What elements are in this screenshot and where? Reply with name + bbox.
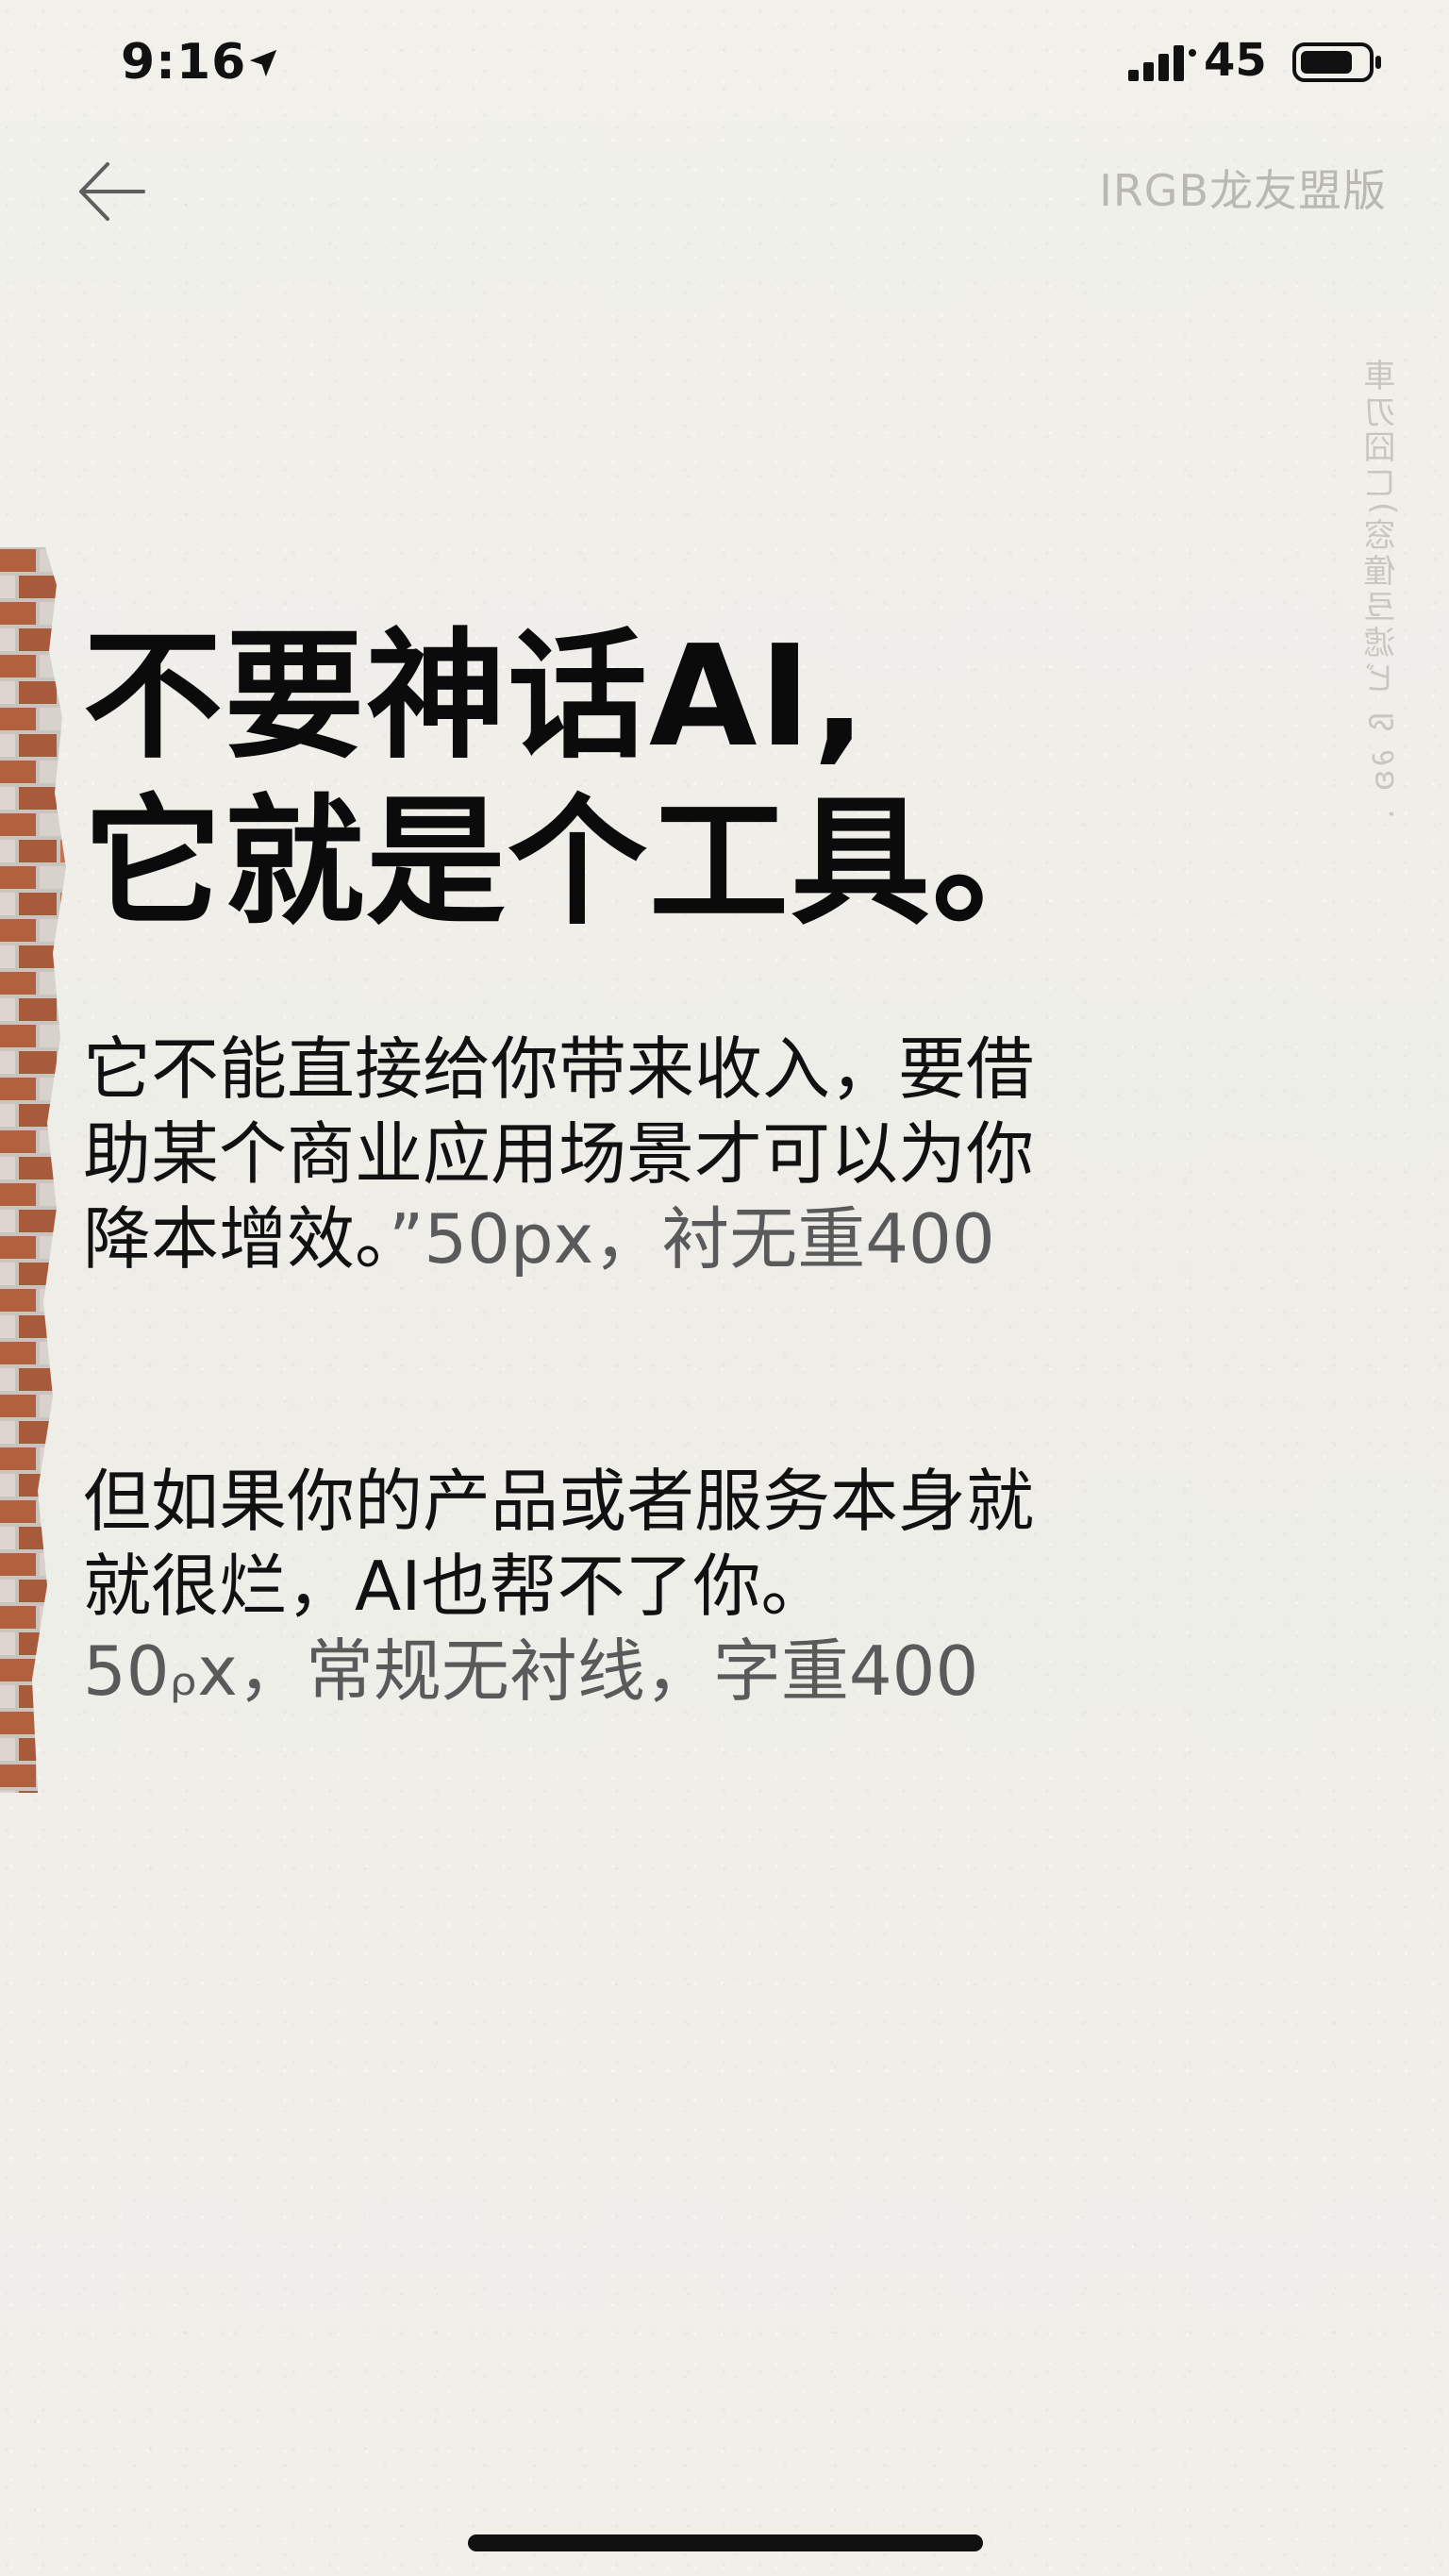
paragraph-1: 它不能直接给你带来收入，要借 助某个商业应用场景才可以为你 降本增效。”50px… bbox=[83, 1027, 1328, 1281]
network-label: 45 bbox=[1204, 34, 1267, 87]
watermark-label: IRGB龙友盟版 bbox=[1099, 165, 1387, 216]
paragraph-1-annotation: ”50px，衬无重400 bbox=[389, 1199, 995, 1279]
headline-line-2: 它就是个工具。 bbox=[83, 781, 1074, 944]
headline-line-1: 不要神话AI, bbox=[83, 615, 868, 778]
paper-background bbox=[0, 0, 1449, 2576]
paragraph-2-annotation: 50ᵨx，常规无衬线，字重400 bbox=[83, 1631, 979, 1711]
back-arrow-icon[interactable] bbox=[74, 159, 149, 225]
headline: 不要神话AI, 它就是个工具。 bbox=[83, 613, 1309, 945]
paragraph-2-text: 但如果你的产品或者服务本身就 就很烂，AI也帮不了你。 bbox=[83, 1462, 1035, 1626]
vertical-watermark: 車刃囧ㄈ(窓僮弖滤ビ ß ∂ʚ . bbox=[1364, 359, 1402, 824]
brick-wall-decoration bbox=[0, 547, 66, 1793]
battery-icon bbox=[1292, 42, 1381, 82]
status-time: 9:16 bbox=[121, 34, 247, 91]
location-arrow-icon bbox=[249, 49, 277, 77]
status-bar: 9:16 45 bbox=[0, 0, 1449, 132]
cellular-signal-icon bbox=[1128, 45, 1196, 81]
paragraph-2: 但如果你的产品或者服务本身就 就很烂，AI也帮不了你。 50ᵨx，常规无衬线，字… bbox=[83, 1459, 1328, 1714]
home-indicator[interactable] bbox=[468, 2534, 983, 2551]
